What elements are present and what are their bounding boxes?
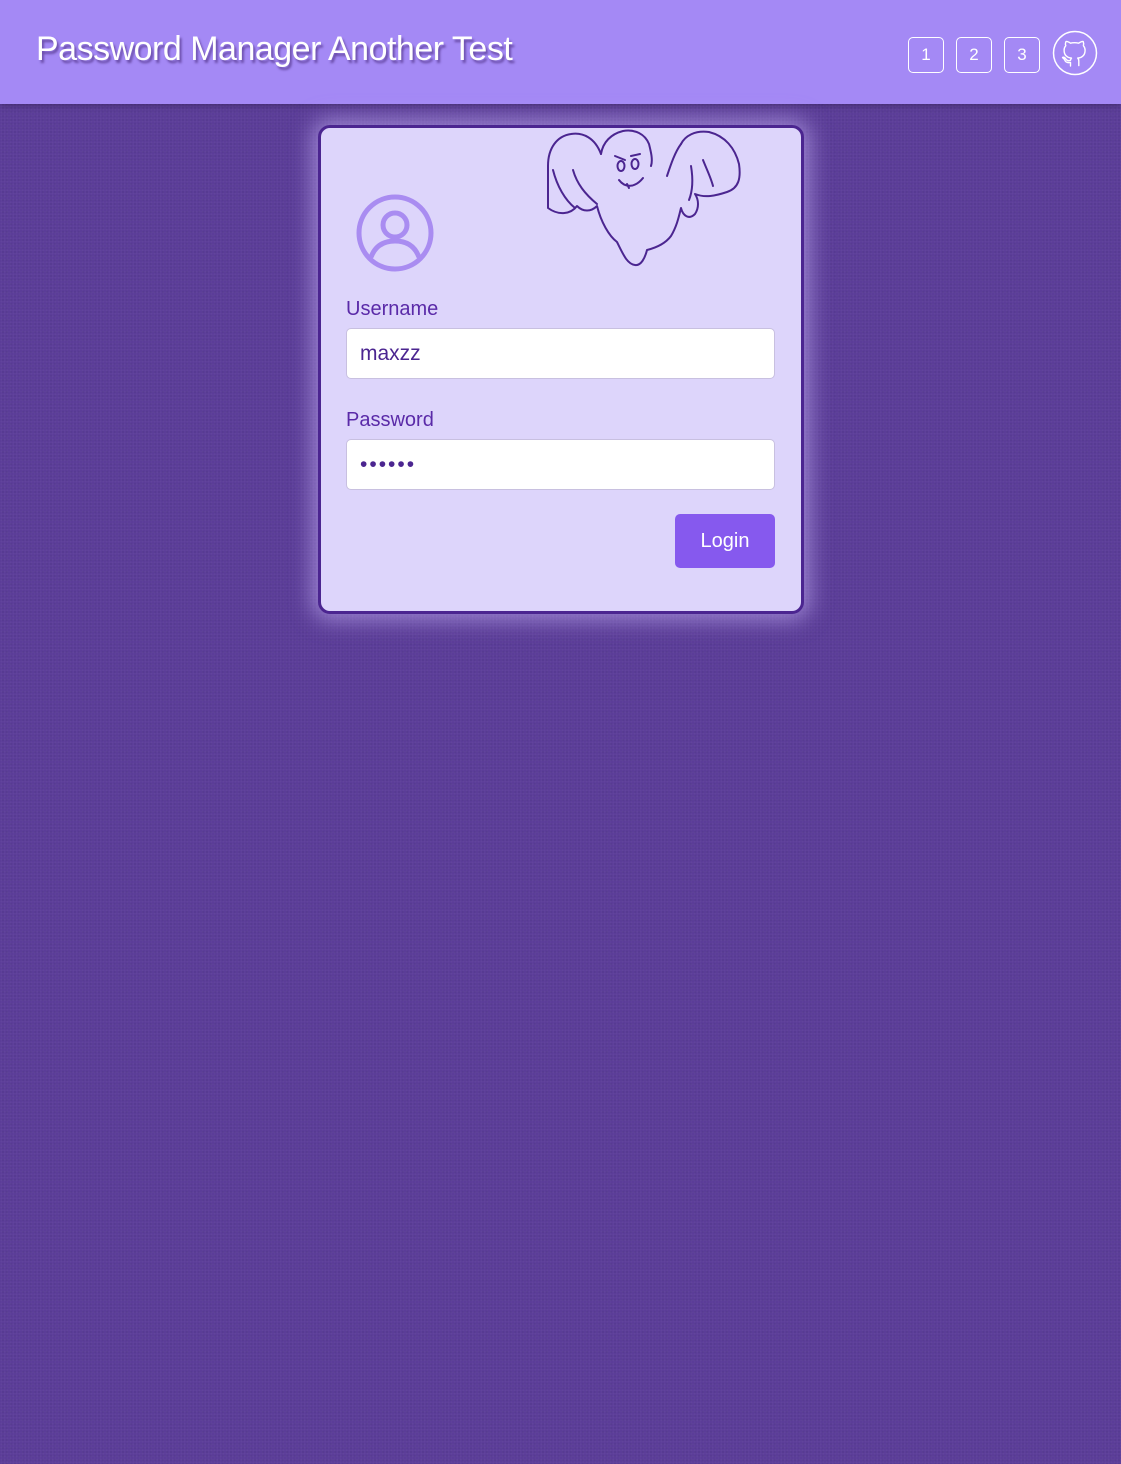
ghost-icon (547, 129, 741, 267)
password-input[interactable] (346, 439, 775, 490)
app-title: Password Manager Another Test (36, 30, 513, 68)
nav-button-2[interactable]: 2 (956, 37, 992, 73)
app-header: Password Manager Another Test 1 2 3 (0, 0, 1121, 104)
username-input[interactable] (346, 328, 775, 379)
login-card: Username Password Login (318, 125, 804, 614)
github-icon (1052, 30, 1098, 76)
nav-button-1[interactable]: 1 (908, 37, 944, 73)
nav-button-3[interactable]: 3 (1004, 37, 1040, 73)
username-label: Username (346, 298, 439, 320)
user-circle-icon (356, 194, 434, 272)
login-button[interactable]: Login (675, 514, 775, 568)
github-link[interactable] (1052, 30, 1098, 76)
password-label: Password (346, 409, 434, 431)
